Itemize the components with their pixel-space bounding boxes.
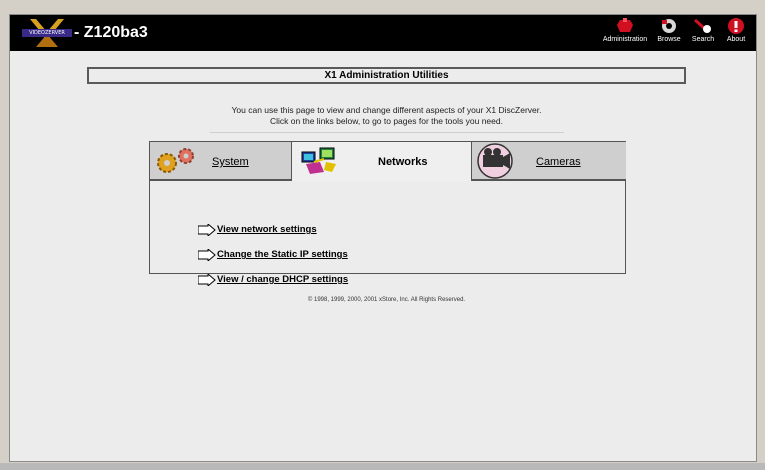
logo-text: VIDEOZERVER xyxy=(22,29,72,37)
about-icon xyxy=(728,18,744,34)
page-title: X1 Administration Utilities xyxy=(87,67,686,84)
nav-administration-label: Administration xyxy=(602,36,648,43)
tab-cameras-label: Cameras xyxy=(536,156,581,168)
nav-about-label: About xyxy=(726,36,746,43)
arrow-bullet-icon xyxy=(198,274,216,286)
videozerver-logo[interactable]: VIDEOZERVER xyxy=(22,18,72,48)
gears-icon xyxy=(157,148,194,173)
view-change-dhcp-label: View / change DHCP settings xyxy=(217,274,349,285)
tab-networks[interactable]: Networks xyxy=(292,142,472,181)
arrow-bullet-icon xyxy=(198,249,216,261)
header-bar: VIDEOZERVER - Z120ba3 Administration Bro… xyxy=(10,15,756,51)
copyright-notice: © 1998, 1999, 2000, 2001 xStore, Inc. Al… xyxy=(307,297,466,303)
intro-text-line-1: You can use this page to view and change… xyxy=(231,105,542,115)
intro-divider xyxy=(210,132,564,133)
browse-icon xyxy=(662,19,676,33)
view-network-settings-label: View network settings xyxy=(217,224,317,235)
network-computers-icon xyxy=(301,147,336,174)
video-camera-icon xyxy=(477,143,513,179)
arrow-bullet-icon xyxy=(198,224,216,236)
search-icon xyxy=(694,18,711,33)
tab-system[interactable]: System xyxy=(150,142,292,181)
admin-tab-panel: System Networks Cameras View network set… xyxy=(149,141,626,286)
page-content: VIDEOZERVER - Z120ba3 Administration Bro… xyxy=(9,14,757,462)
tab-networks-label: Networks xyxy=(378,156,428,168)
administration-icon xyxy=(617,18,633,32)
nav-administration[interactable]: Administration xyxy=(598,17,652,49)
tab-system-label: System xyxy=(212,156,249,168)
server-name-title: - Z120ba3 xyxy=(74,24,148,41)
intro-text-line-2: Click on the links below, to go to pages… xyxy=(270,116,503,126)
nav-browse-label: Browse xyxy=(657,36,681,43)
browser-frame: VIDEOZERVER - Z120ba3 Administration Bro… xyxy=(0,0,765,470)
change-static-ip-label: Change the Static IP settings xyxy=(217,249,348,260)
nav-search-label: Search xyxy=(691,36,715,43)
nav-browse[interactable]: Browse xyxy=(653,17,685,49)
window-bottom-edge xyxy=(0,463,765,470)
nav-search[interactable]: Search xyxy=(687,17,719,49)
nav-about[interactable]: About xyxy=(721,17,751,49)
tab-cameras[interactable]: Cameras xyxy=(472,142,626,181)
